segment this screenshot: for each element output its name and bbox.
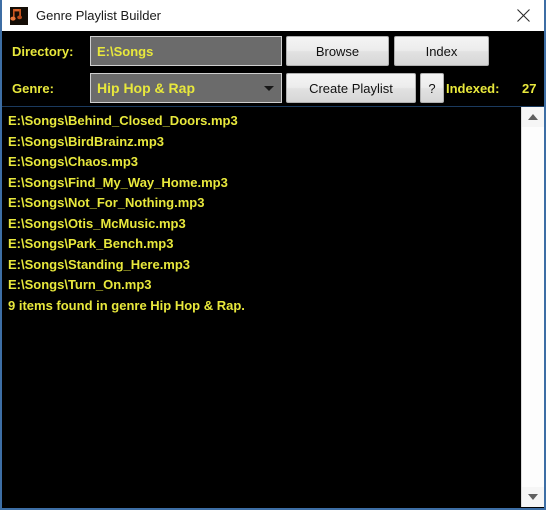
- create-playlist-button[interactable]: Create Playlist: [286, 73, 416, 103]
- directory-label: Directory:: [12, 44, 74, 59]
- list-item[interactable]: E:\Songs\Standing_Here.mp3: [2, 255, 521, 276]
- close-button[interactable]: [501, 0, 544, 31]
- chevron-down-icon: [264, 86, 274, 91]
- scroll-down-icon[interactable]: [522, 487, 544, 507]
- directory-input[interactable]: [90, 36, 282, 66]
- title-bar: Genre Playlist Builder: [2, 0, 544, 32]
- list-item[interactable]: E:\Songs\Find_My_Way_Home.mp3: [2, 173, 521, 194]
- browse-button[interactable]: Browse: [286, 36, 389, 66]
- results-list[interactable]: E:\Songs\Behind_Closed_Doors.mp3 E:\Songs…: [2, 107, 521, 507]
- list-item[interactable]: 9 items found in genre Hip Hop & Rap.: [2, 296, 521, 317]
- genre-label: Genre:: [12, 81, 54, 96]
- results-panel: E:\Songs\Behind_Closed_Doors.mp3 E:\Songs…: [2, 106, 544, 507]
- app-window: Genre Playlist Builder Directory: Browse…: [0, 0, 546, 510]
- list-item[interactable]: E:\Songs\BirdBrainz.mp3: [2, 132, 521, 153]
- scroll-up-icon[interactable]: [522, 107, 544, 127]
- controls-panel: Directory: Browse Index Genre: Hip Hop &…: [2, 31, 544, 106]
- close-icon: [517, 9, 530, 22]
- help-button[interactable]: ?: [420, 73, 444, 103]
- indexed-count: 27: [522, 81, 537, 96]
- indexed-label: Indexed:: [446, 81, 500, 96]
- list-item[interactable]: E:\Songs\Not_For_Nothing.mp3: [2, 193, 521, 214]
- genre-selected-value: Hip Hop & Rap: [97, 80, 195, 96]
- genre-dropdown[interactable]: Hip Hop & Rap: [90, 73, 282, 103]
- list-item[interactable]: E:\Songs\Chaos.mp3: [2, 152, 521, 173]
- list-item[interactable]: E:\Songs\Park_Bench.mp3: [2, 234, 521, 255]
- index-button[interactable]: Index: [394, 36, 489, 66]
- list-item[interactable]: E:\Songs\Behind_Closed_Doors.mp3: [2, 111, 521, 132]
- scrollbar-track[interactable]: [522, 127, 544, 487]
- music-note-icon: [10, 7, 28, 25]
- list-item[interactable]: E:\Songs\Turn_On.mp3: [2, 275, 521, 296]
- vertical-scrollbar[interactable]: [521, 107, 544, 507]
- list-item[interactable]: E:\Songs\Otis_McMusic.mp3: [2, 214, 521, 235]
- window-title: Genre Playlist Builder: [36, 8, 161, 23]
